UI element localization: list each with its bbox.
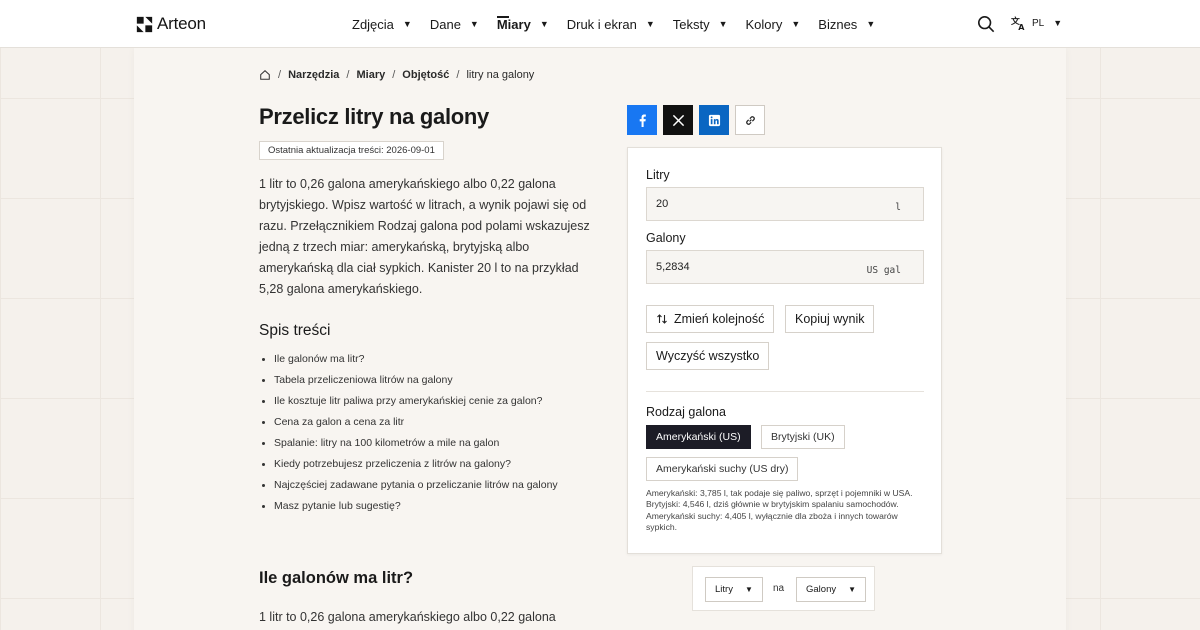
liters-unit: l — [895, 202, 901, 213]
chevron-down-icon: ▼ — [718, 19, 728, 29]
clear-all-label: Wyczyść wszystko — [656, 349, 760, 363]
language-code: PL — [1032, 17, 1045, 29]
unit-picker: Litry ▼ na Galony ▼ — [692, 566, 875, 611]
facebook-icon — [639, 114, 646, 127]
linkedin-icon — [708, 114, 720, 126]
breadcrumb-item[interactable]: Objętość — [402, 69, 449, 81]
copy-link-button[interactable] — [735, 105, 765, 135]
share-linkedin-button[interactable] — [699, 105, 729, 135]
toc-title: Spis treści — [259, 322, 331, 339]
chevron-down-icon: ▼ — [744, 585, 753, 594]
last-updated-badge: Ostatnia aktualizacja treści: 2026-09-01 — [259, 141, 444, 160]
language-switcher[interactable]: 文 A PL ▼ — [1011, 15, 1062, 31]
breadcrumb-separator: / — [346, 69, 350, 81]
nav-item-zdjecia[interactable]: Zdjęcia ▼ — [352, 0, 412, 48]
from-unit-value: Litry — [715, 584, 733, 595]
toc-link[interactable]: Cena za galon a cena za litr — [259, 412, 558, 433]
clear-all-button[interactable]: Wyczyść wszystko — [646, 342, 770, 370]
picker-connector: na — [773, 583, 785, 594]
main-nav: Zdjęcia ▼ Dane ▼ Miary ▼ Druk i ekran ▼ Teks… — [352, 0, 893, 48]
chevron-down-icon: ▼ — [848, 585, 857, 594]
chevron-down-icon: ▼ — [1053, 18, 1063, 28]
toc-link[interactable]: Ile kosztuje litr paliwa przy amerykańsk… — [259, 391, 558, 412]
nav-item-label: Druk i ekran — [566, 16, 637, 32]
page-title: Przelicz litry na galony — [259, 104, 489, 129]
gallon-type-label: Rodzaj galona — [646, 405, 726, 419]
svg-text:A: A — [1018, 23, 1025, 31]
nav-item-druk-i-ekran[interactable]: Druk i ekran ▼ — [567, 0, 655, 48]
nav-item-label: Miary — [496, 16, 531, 32]
share-buttons — [627, 105, 765, 135]
breadcrumb-separator: / — [392, 69, 396, 81]
chevron-down-icon: ▼ — [469, 19, 479, 29]
search-icon[interactable] — [977, 15, 995, 33]
breadcrumb-item[interactable]: Miary — [356, 69, 385, 81]
nav-item-teksty[interactable]: Teksty ▼ — [673, 0, 728, 48]
gallons-input[interactable]: 5,2834 US gal — [646, 250, 924, 284]
toc-link[interactable]: Spalanie: litry na 100 kilometrów a mile… — [259, 433, 558, 454]
brand-logo-icon — [136, 16, 153, 32]
liters-value: 20 — [656, 198, 669, 210]
nav-item-label: Kolory — [745, 16, 783, 32]
breadcrumb-separator: / — [456, 69, 460, 81]
nav-item-miary[interactable]: Miary ▼ — [496, 0, 549, 48]
from-unit-select[interactable]: Litry ▼ — [705, 577, 763, 602]
x-icon — [672, 114, 684, 126]
chevron-down-icon: ▼ — [402, 19, 412, 29]
toc-link[interactable]: Tabela przeliczeniowa litrów na galony — [259, 370, 558, 391]
to-unit-select[interactable]: Galony ▼ — [796, 577, 867, 602]
toc-link[interactable]: Masz pytanie lub sugestię? — [259, 496, 558, 517]
nav-item-dane[interactable]: Dane ▼ — [430, 0, 479, 48]
swap-arrows-icon — [657, 314, 667, 324]
nav-item-kolory[interactable]: Kolory ▼ — [746, 0, 801, 48]
nav-item-label: Dane — [429, 16, 461, 32]
chevron-down-icon: ▼ — [645, 19, 655, 29]
toc-link[interactable]: Ile galonów ma litr? — [259, 349, 558, 370]
breadcrumb-current: litry na galony — [466, 69, 535, 81]
to-unit-value: Galony — [806, 584, 837, 595]
top-navigation-bar: Arteon Zdjęcia ▼ Dane ▼ Miary ▼ Druk i ekra… — [0, 0, 1200, 48]
table-of-contents: Ile galonów ma litr? Tabela przeliczenio… — [259, 349, 558, 517]
gallons-label: Galony — [646, 231, 686, 245]
converter-panel: Litry 20 l Galony 5,2834 US gal Zmień ko… — [627, 147, 942, 554]
nav-item-label: Zdjęcia — [352, 16, 394, 32]
brand-logo[interactable]: Arteon — [136, 14, 206, 34]
breadcrumb-item[interactable]: Narzędzia — [288, 69, 339, 81]
gallon-type-us-dry[interactable]: Amerykański suchy (US dry) — [646, 457, 799, 481]
intro-paragraph: 1 litr to 0,26 galona amerykańskiego alb… — [259, 177, 590, 296]
breadcrumb: / Narzędzia / Miary / Objętość / litry n… — [259, 69, 534, 81]
nav-item-biznes[interactable]: Biznes ▼ — [818, 0, 875, 48]
gallons-unit: US gal — [866, 265, 901, 276]
share-x-button[interactable] — [663, 105, 693, 135]
home-icon[interactable] — [259, 69, 271, 81]
nav-item-label: Biznes — [818, 16, 858, 32]
section-heading: Ile galonów ma litr? — [259, 569, 414, 587]
gallons-value: 5,2834 — [656, 261, 690, 273]
toc-link[interactable]: Najczęściej zadawane pytania o przelicza… — [259, 475, 558, 496]
divider — [646, 391, 924, 392]
copy-result-label: Kopiuj wynik — [795, 312, 865, 326]
chevron-down-icon: ▼ — [866, 19, 876, 29]
brand-name: Arteon — [157, 14, 206, 33]
nav-item-label: Teksty — [672, 16, 710, 32]
section-paragraph: 1 litr to 0,26 galona amerykańskiego alb… — [259, 610, 556, 624]
swap-button[interactable]: Zmień kolejność — [646, 305, 775, 333]
swap-button-label: Zmień kolejność — [674, 312, 765, 326]
chevron-down-icon: ▼ — [539, 19, 549, 29]
share-facebook-button[interactable] — [627, 105, 657, 135]
breadcrumb-separator: / — [278, 69, 282, 81]
toc-link[interactable]: Kiedy potrzebujesz przeliczenia z litrów… — [259, 454, 558, 475]
gallon-type-note: Amerykański: 3,785 l, tak podaje się pal… — [646, 488, 913, 533]
gallon-type-us[interactable]: Amerykański (US) — [646, 425, 751, 449]
liters-label: Litry — [646, 168, 670, 182]
chevron-down-icon: ▼ — [791, 19, 801, 29]
link-icon — [745, 115, 755, 125]
liters-input[interactable]: 20 l — [646, 187, 924, 221]
translate-icon: 文 A — [1011, 15, 1025, 31]
gallon-type-uk[interactable]: Brytyjski (UK) — [761, 425, 845, 449]
copy-result-button[interactable]: Kopiuj wynik — [785, 305, 875, 333]
